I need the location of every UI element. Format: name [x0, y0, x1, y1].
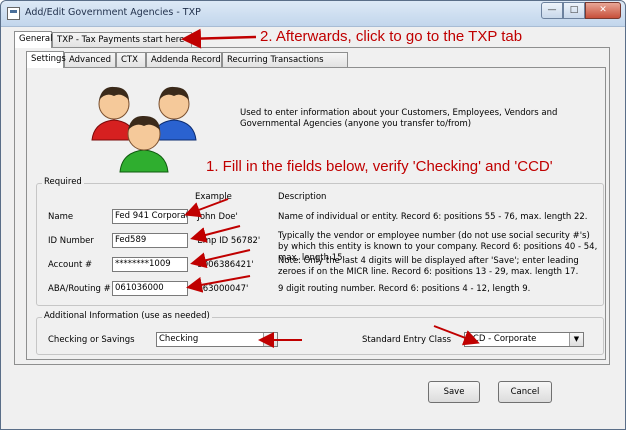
- id-number-label: ID Number: [48, 236, 94, 246]
- minimize-button[interactable]: —: [541, 2, 563, 19]
- required-legend: Required: [42, 177, 84, 187]
- people-icon: [91, 86, 197, 173]
- checking-savings-label: Checking or Savings: [48, 335, 135, 345]
- window-title: Add/Edit Government Agencies - TXP: [25, 7, 201, 18]
- tab-settings[interactable]: Settings: [26, 51, 66, 68]
- account-number-example: '3006386421': [195, 260, 254, 270]
- routing-number-label: ABA/Routing #: [48, 284, 111, 294]
- close-button[interactable]: ✕: [585, 2, 621, 19]
- account-number-input[interactable]: ********1009: [112, 257, 188, 272]
- save-button[interactable]: Save: [428, 381, 480, 403]
- account-number-label: Account #: [48, 260, 93, 270]
- annotation-step-2: 2. Afterwards, click to go to the TXP ta…: [260, 28, 523, 45]
- tab-ctx[interactable]: CTX: [116, 52, 146, 67]
- name-description: Name of individual or entity. Record 6: …: [278, 212, 588, 222]
- description-column-header: Description: [278, 192, 327, 202]
- checking-savings-value: Checking: [159, 334, 199, 344]
- tab-advanced[interactable]: Advanced: [64, 52, 116, 67]
- entry-class-value: CCD - Corporate: [467, 334, 537, 344]
- chevron-down-icon[interactable]: ▼: [569, 333, 583, 346]
- routing-number-input[interactable]: 061036000: [112, 281, 188, 296]
- example-column-header: Example: [195, 192, 232, 202]
- minimize-icon: —: [547, 5, 557, 15]
- title-bar[interactable]: Add/Edit Government Agencies - TXP — □ ✕: [1, 1, 625, 27]
- account-number-description: Note: Only the last 4 digits will be dis…: [278, 256, 579, 277]
- cancel-button[interactable]: Cancel: [498, 381, 552, 403]
- maximize-icon: □: [569, 5, 579, 15]
- tab-recurring-transactions[interactable]: Recurring Transactions: [222, 52, 348, 67]
- tab-addenda-record[interactable]: Addenda Record: [146, 52, 222, 67]
- close-icon: ✕: [599, 5, 607, 15]
- app-icon: [7, 7, 20, 20]
- maximize-button[interactable]: □: [563, 2, 585, 19]
- name-example: 'John Doe': [195, 212, 238, 222]
- routing-number-example: '063000047': [195, 284, 249, 294]
- chevron-down-icon[interactable]: ▼: [263, 333, 277, 346]
- name-input[interactable]: Fed 941 Corporate: [112, 209, 188, 224]
- additional-info-legend: Additional Information (use as needed): [42, 311, 212, 321]
- intro-text: Used to enter information about your Cus…: [240, 108, 558, 129]
- tab-txp[interactable]: TXP - Tax Payments start here: [52, 32, 192, 47]
- checking-savings-select[interactable]: Checking ▼: [156, 332, 278, 347]
- entry-class-label: Standard Entry Class: [362, 335, 452, 345]
- entry-class-select[interactable]: CCD - Corporate ▼: [464, 332, 584, 347]
- routing-number-description: 9 digit routing number. Record 6: positi…: [278, 284, 531, 294]
- annotation-step-1: 1. Fill in the fields below, verify 'Che…: [206, 158, 553, 175]
- name-label: Name: [48, 212, 74, 222]
- id-number-input[interactable]: Fed589: [112, 233, 188, 248]
- tab-general[interactable]: General: [14, 31, 53, 48]
- id-number-example: 'Emp ID 56782': [195, 236, 261, 246]
